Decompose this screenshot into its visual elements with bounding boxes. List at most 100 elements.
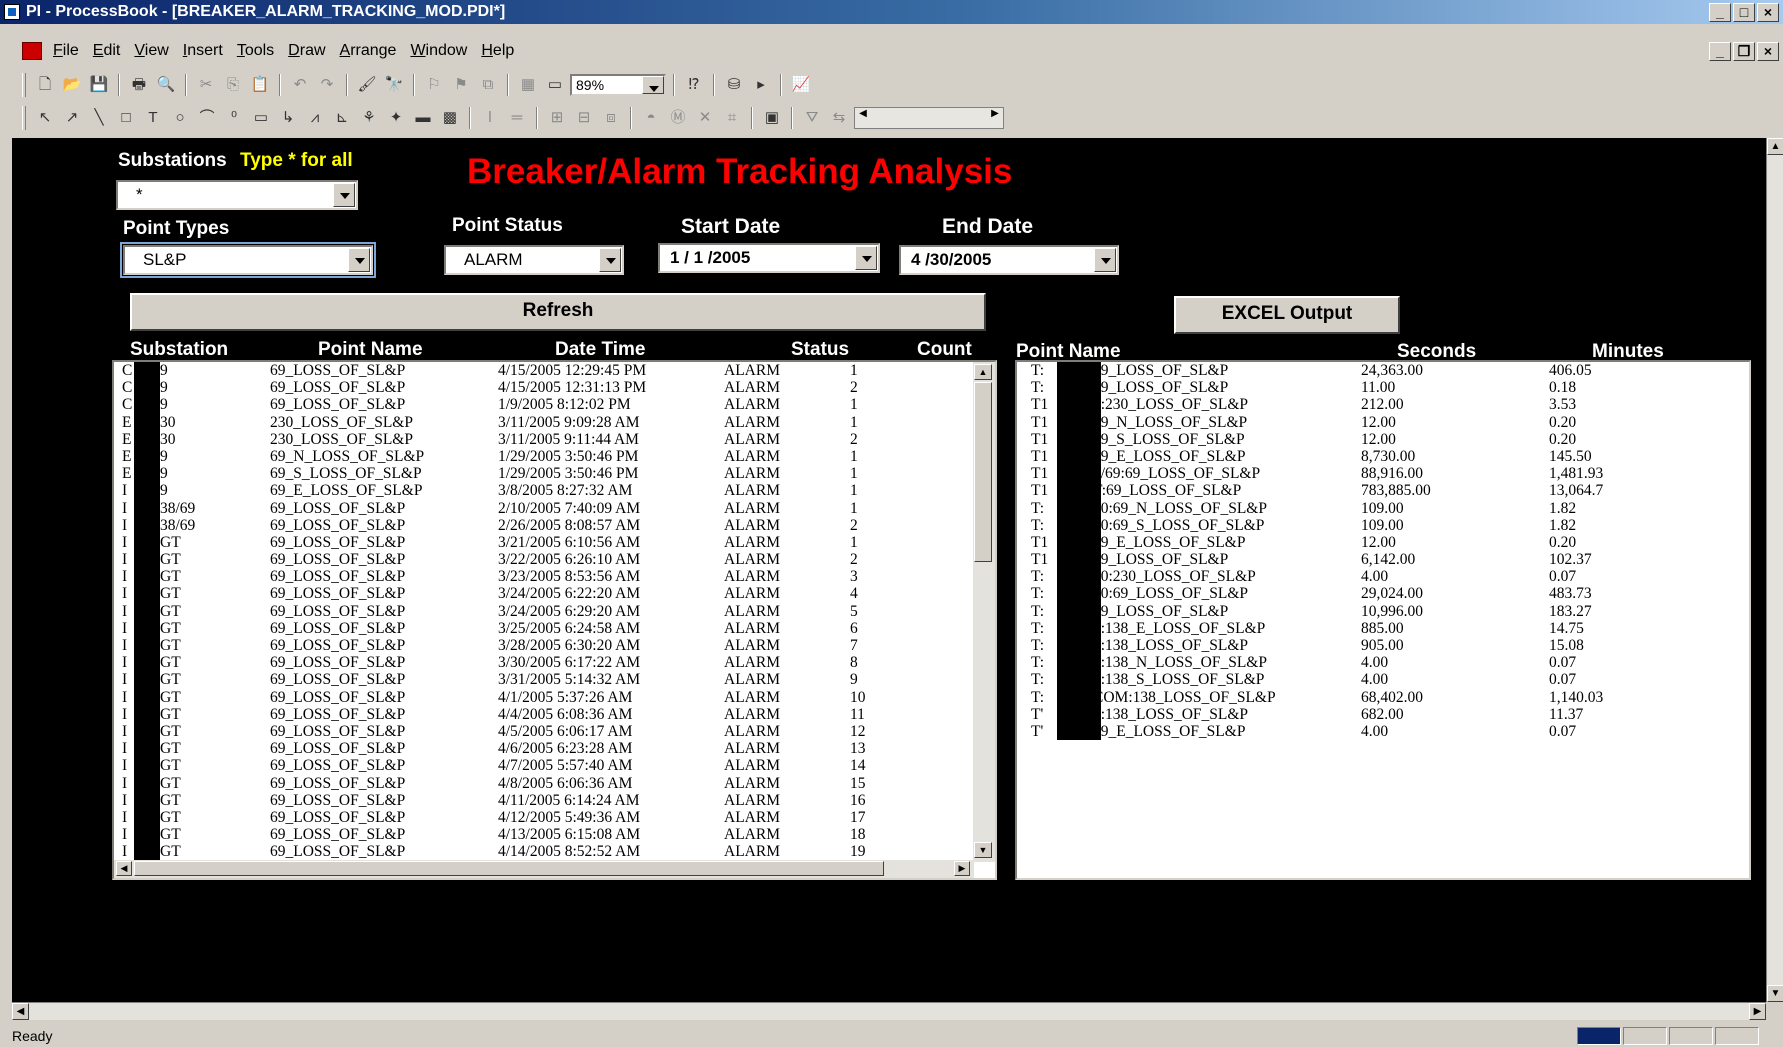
scroll-thumb[interactable] (134, 861, 884, 876)
list-item[interactable]: T1 T:69_LOSS_OF_SL&P 783,885.00 13,064.7 (1017, 482, 1747, 499)
table-row[interactable]: I GT 69_LOSS_OF_SL&P 3/21/2005 6:10:56 AM AL… (114, 534, 974, 551)
toolbar-grip[interactable] (22, 73, 26, 97)
save-icon[interactable]: 💾 (87, 74, 111, 96)
table-row[interactable]: I GT 69_LOSS_OF_SL&P 3/24/2005 6:22:20 AM AL… (114, 585, 974, 602)
doc-minimize-button[interactable]: _ (1709, 42, 1731, 61)
order-icon[interactable]: ⧈ (599, 107, 623, 129)
zoom-select[interactable]: 89% (570, 74, 666, 96)
list-item[interactable]: T: 69_LOSS_OF_SL&P 11.00 0.18 (1017, 379, 1747, 396)
connector-icon[interactable]: ↳ (276, 107, 300, 129)
xy-plot-icon[interactable]: ⊾ (330, 107, 354, 129)
space-icon[interactable]: ═ (505, 107, 529, 129)
list-item[interactable]: T: 8:138_N_LOSS_OF_SL&P 4.00 0.07 (1017, 654, 1747, 671)
menu-item[interactable]: Window (403, 42, 474, 60)
list-item[interactable]: T1 69_N_LOSS_OF_SL&P 12.00 0.20 (1017, 414, 1747, 431)
list-item[interactable]: T' 8:138_LOSS_OF_SL&P 682.00 11.37 (1017, 706, 1747, 723)
table-row[interactable]: I GT 69_LOSS_OF_SL&P 3/31/2005 5:14:32 AM AL… (114, 671, 974, 688)
table-row[interactable]: E 9 69_N_LOSS_OF_SL&P 1/29/2005 3:50:46 PM A… (114, 448, 974, 465)
trend-icon[interactable]: 📈 (789, 74, 813, 96)
doc-close-button[interactable]: × (1757, 42, 1779, 61)
redo-icon[interactable]: ↷ (315, 74, 339, 96)
list-item[interactable]: T: 8:138_S_LOSS_OF_SL&P 4.00 0.07 (1017, 671, 1747, 688)
table-row[interactable]: I GT 69_LOSS_OF_SL&P 3/28/2005 6:30:20 AM AL… (114, 637, 974, 654)
substations-select[interactable]: * (116, 180, 358, 210)
table-row[interactable]: C 9 69_LOSS_OF_SL&P 4/15/2005 12:29:45 PM AL… (114, 362, 974, 379)
end-date-picker[interactable]: 4 /30/2005 (899, 245, 1119, 275)
table-row[interactable]: E 30 230_LOSS_OF_SL&P 3/11/2005 9:09:28 AM A… (114, 414, 974, 431)
symbol-icon[interactable]: ⚘ (357, 107, 381, 129)
alarm-list-vscroll[interactable]: ▲ ▼ (973, 362, 995, 862)
menu-item[interactable]: Help (474, 42, 521, 60)
bar-icon[interactable]: ▭ (249, 107, 273, 129)
scroll-left-icon[interactable]: ◀ (855, 108, 871, 128)
table-row[interactable]: I GT 69_LOSS_OF_SL&P 4/12/2005 5:49:36 AM AL… (114, 809, 974, 826)
scroll-left-icon[interactable]: ◀ (116, 861, 132, 876)
paste-icon[interactable]: 📋 (248, 74, 272, 96)
menu-item[interactable]: Arrange (333, 42, 404, 60)
table-row[interactable]: I GT 69_LOSS_OF_SL&P 4/11/2005 6:14:24 AM AL… (114, 792, 974, 809)
print-icon[interactable]: 🖶 (127, 74, 151, 96)
toolbar-grip[interactable] (22, 106, 26, 130)
list-item[interactable]: T: COM:138_LOSS_OF_SL&P 68,402.00 1,140.03 (1017, 689, 1747, 706)
table-row[interactable]: I GT 69_LOSS_OF_SL&P 4/8/2005 6:06:36 AM ALA… (114, 775, 974, 792)
run-mode-icon[interactable]: ⚐ (422, 74, 446, 96)
build-mode-icon[interactable]: ⚑ (449, 74, 473, 96)
chevron-down-icon[interactable] (599, 248, 621, 272)
list-item[interactable]: T1 69_E_LOSS_OF_SL&P 8,730.00 145.50 (1017, 448, 1747, 465)
list-item[interactable]: T: 00:230_LOSS_OF_SL&P 4.00 0.07 (1017, 568, 1747, 585)
edit-points-icon[interactable]: ↗ (60, 107, 84, 129)
rectangle-icon[interactable]: □ (114, 107, 138, 129)
menu-item[interactable]: Draw (281, 42, 332, 60)
alarm-list[interactable]: C 9 69_LOSS_OF_SL&P 4/15/2005 12:29:45 PM AL… (112, 360, 997, 880)
document-icon[interactable] (22, 42, 42, 60)
new-file-icon[interactable]: 🗋 (33, 74, 57, 96)
refresh-button[interactable]: Refresh (130, 293, 986, 331)
cut-icon[interactable]: ✂ (194, 74, 218, 96)
group-icon[interactable]: ⊞ (545, 107, 569, 129)
close-button[interactable]: × (1757, 3, 1779, 22)
rotate-icon[interactable]: ◓ (639, 107, 663, 129)
button-icon[interactable]: ▬ (411, 107, 435, 129)
list-item[interactable]: T: 00:69_S_LOSS_OF_SL&P 109.00 1.82 (1017, 517, 1747, 534)
line-icon[interactable]: ╲ (87, 107, 111, 129)
scroll-thumb[interactable] (974, 382, 992, 562)
list-item[interactable]: T: 00:69_LOSS_OF_SL&P 29,024.00 483.73 (1017, 585, 1747, 602)
grid-icon[interactable]: ▦ (516, 74, 540, 96)
select-arrow-icon[interactable]: ↖ (33, 107, 57, 129)
scroll-left-icon[interactable]: ◀ (12, 1003, 29, 1020)
table-row[interactable]: I GT 69_LOSS_OF_SL&P 4/5/2005 6:06:17 AM ALA… (114, 723, 974, 740)
scroll-right-icon[interactable]: ▶ (954, 861, 970, 876)
menu-item[interactable]: View (127, 42, 175, 60)
multistate-icon[interactable]: ✦ (384, 107, 408, 129)
table-row[interactable]: E 9 69_S_LOSS_OF_SL&P 1/29/2005 3:50:46 PM A… (114, 465, 974, 482)
scroll-right-icon[interactable]: ▶ (987, 108, 1003, 128)
image-icon[interactable]: ▩ (438, 107, 462, 129)
list-item[interactable]: T: 69_LOSS_OF_SL&P 10,996.00 183.27 (1017, 603, 1747, 620)
toolbar-scrollbar[interactable]: ◀ ▶ (854, 107, 1004, 129)
delete-icon[interactable]: ✕ (693, 107, 717, 129)
ellipse-icon[interactable]: ○ (168, 107, 192, 129)
scroll-down-icon[interactable]: ▼ (974, 842, 992, 858)
list-item[interactable]: T' 69_E_LOSS_OF_SL&P 4.00 0.07 (1017, 723, 1747, 740)
table-row[interactable]: I GT 69_LOSS_OF_SL&P 3/25/2005 6:24:58 AM AL… (114, 620, 974, 637)
scroll-up-icon[interactable]: ▲ (1767, 138, 1783, 155)
mirror-icon[interactable]: Ⓜ (666, 107, 690, 129)
table-row[interactable]: I GT 69_LOSS_OF_SL&P 3/24/2005 6:29:20 AM AL… (114, 603, 974, 620)
list-item[interactable]: T: 8:138_LOSS_OF_SL&P 905.00 15.08 (1017, 637, 1747, 654)
point-types-select[interactable]: SL&P (120, 242, 376, 278)
table-row[interactable]: I GT 69_LOSS_OF_SL&P 3/23/2005 8:53:56 AM AL… (114, 568, 974, 585)
text-icon[interactable]: T (141, 107, 165, 129)
menu-item[interactable]: Tools (230, 42, 281, 60)
maximize-button[interactable]: □ (1733, 3, 1755, 22)
canvas-vscroll[interactable]: ▲ ▼ (1766, 138, 1783, 1002)
chevron-down-icon[interactable] (642, 76, 664, 94)
chevron-down-icon[interactable] (1094, 248, 1116, 272)
list-item[interactable]: T1 8/69:69_LOSS_OF_SL&P 88,916.00 1,481.93 (1017, 465, 1747, 482)
excel-output-button[interactable]: EXCEL Output (1174, 296, 1400, 334)
table-row[interactable]: I 9 69_E_LOSS_OF_SL&P 3/8/2005 8:27:32 AM AL… (114, 482, 974, 499)
list-item[interactable]: T1 69_LOSS_OF_SL&P 6,142.00 102.37 (1017, 551, 1747, 568)
table-row[interactable]: I GT 69_LOSS_OF_SL&P 4/7/2005 5:57:40 AM ALA… (114, 757, 974, 774)
play-icon[interactable]: ▸ (749, 74, 773, 96)
ungroup-icon[interactable]: ⊟ (572, 107, 596, 129)
filter-icon[interactable]: ⛛ (800, 107, 824, 129)
